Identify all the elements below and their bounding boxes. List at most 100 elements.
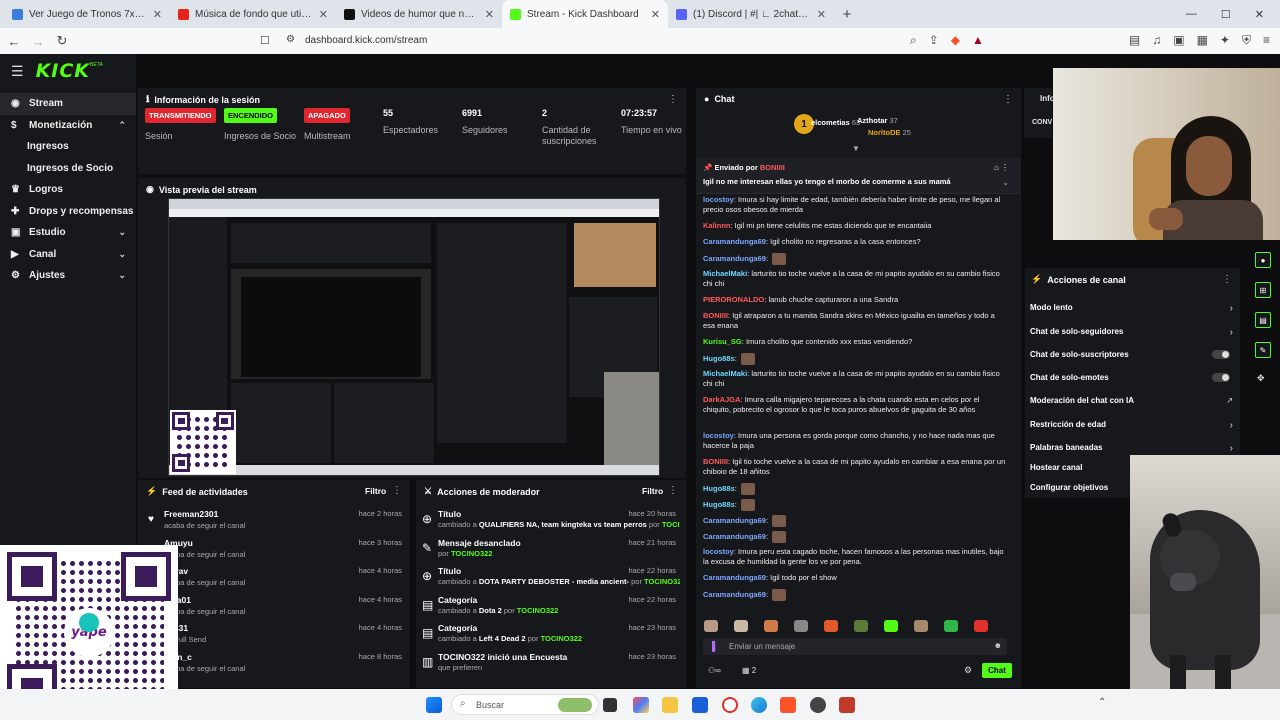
browser-tab[interactable]: (1) Discord | #| ∟ 2chat-general | TC… ✕ xyxy=(668,0,834,28)
session-menu-icon[interactable]: ⋮ xyxy=(668,94,678,105)
chat-username[interactable]: Caramandunga69 xyxy=(703,573,766,582)
mod-menu-icon[interactable]: ⋮ xyxy=(668,485,678,496)
chat-username[interactable]: Kurisu_SG xyxy=(703,337,742,346)
new-tab-button[interactable]: + xyxy=(834,6,860,23)
chat-toggle-icon[interactable]: ● xyxy=(1255,252,1271,268)
sidebar-item[interactable]: ⚙ Ajustes ⌄ xyxy=(0,265,136,287)
chat-input[interactable]: ▌ Enviar un mensaje ☻ xyxy=(703,638,1007,655)
chat-username[interactable]: Hugo88s xyxy=(703,354,735,363)
chat-username[interactable]: BONIIII xyxy=(703,457,728,466)
close-window-icon[interactable]: ✕ xyxy=(1255,8,1264,21)
mod-action-user[interactable]: TOCINO322 xyxy=(541,634,583,643)
maximize-icon[interactable]: ☐ xyxy=(1221,8,1231,21)
share-icon[interactable]: ⇪ xyxy=(929,33,939,48)
chat-username[interactable]: Caramandunga69 xyxy=(703,590,766,599)
mod-filter-button[interactable]: Filtro xyxy=(642,486,663,496)
zoom-icon[interactable]: ⌕ xyxy=(910,33,917,48)
menu-icon[interactable]: ≡ xyxy=(1263,33,1270,48)
reload-icon[interactable]: ↻ xyxy=(52,33,72,49)
expand-leaderboard-icon[interactable]: ▼ xyxy=(852,144,860,153)
sidebar-toggle-icon[interactable]: ▤ xyxy=(1129,33,1140,48)
app-icon[interactable] xyxy=(839,697,855,713)
pin-action-icon[interactable]: ⌂ ⋮ xyxy=(994,163,1009,172)
mod-action-user[interactable]: TOCINO322 xyxy=(662,520,680,529)
layout-icon[interactable]: ⊞ xyxy=(1255,282,1271,298)
task-view-icon[interactable] xyxy=(603,698,617,712)
browser-tab[interactable]: Videos de humor que no toleran la fr… ✕ xyxy=(336,0,502,28)
file-explorer-icon[interactable] xyxy=(662,697,678,713)
kick-logo[interactable]: KICK xyxy=(36,60,90,82)
tray-chevron-icon[interactable]: ⌃ xyxy=(1098,697,1106,708)
chat-username[interactable]: locostoy xyxy=(703,547,734,556)
sidebar-item[interactable]: $ Monetización ⌃ xyxy=(0,115,136,137)
grab-icon[interactable]: ✥ xyxy=(1257,373,1265,384)
back-icon[interactable]: ← xyxy=(4,34,24,49)
chat-username[interactable]: Caramandunga69 xyxy=(703,237,766,246)
tab-close-icon[interactable]: ✕ xyxy=(651,8,660,21)
users-icon[interactable]: ⚇∞ xyxy=(708,666,721,675)
chat-username[interactable]: PIERORONALDO xyxy=(703,295,764,304)
bookmark-icon[interactable]: ☐ xyxy=(260,34,270,47)
windows-start-icon[interactable] xyxy=(426,697,442,713)
feed-filter-button[interactable]: Filtro xyxy=(365,486,386,496)
channel-action-item[interactable]: Chat de solo-seguidores › xyxy=(1025,327,1240,341)
browser-tab[interactable]: Ver Juego de Tronos 7x3 Online Gra… ✕ xyxy=(4,0,170,28)
top-user[interactable]: elcometias 63 xyxy=(811,118,860,127)
music-icon[interactable]: ♫ xyxy=(1152,33,1161,48)
vpn-icon[interactable]: ⛨ xyxy=(1242,33,1251,48)
emoji-icon[interactable]: ☻ xyxy=(994,641,1002,650)
sidebar-subitem[interactable]: Ingresos de Socio xyxy=(0,158,136,180)
mod-action-user[interactable]: TOCINO322 xyxy=(451,549,493,558)
mod-action-user[interactable]: TOCINO322 xyxy=(644,577,680,586)
chat-username[interactable]: Caramandunga69 xyxy=(703,254,766,263)
top-user[interactable]: NorltoDE 25 xyxy=(868,128,911,137)
channel-action-item[interactable]: Chat de solo-emotes xyxy=(1025,373,1240,387)
feed-user[interactable]: Freeman2301 xyxy=(164,509,218,519)
chat-username[interactable]: locostoy xyxy=(703,431,734,440)
forward-icon[interactable]: → xyxy=(28,34,48,49)
brave-shield-icon[interactable]: ◆ xyxy=(951,33,960,48)
sidebar-item[interactable]: ✚ Drops y recompensas xyxy=(0,201,136,223)
chat-username[interactable]: Hugo88s xyxy=(703,484,735,493)
browser-tab[interactable]: Música de fondo que utiliza Spreen ✕ xyxy=(170,0,336,28)
channel-action-item[interactable]: Moderación del chat con IA ↗ xyxy=(1025,396,1240,410)
top-user[interactable]: Azthotar 37 xyxy=(857,116,898,125)
tab-close-icon[interactable]: ✕ xyxy=(485,8,494,21)
browser-tab[interactable]: Stream - Kick Dashboard ✕ xyxy=(502,0,668,28)
tab-close-icon[interactable]: ✕ xyxy=(319,8,328,21)
tools-icon[interactable]: ✎ xyxy=(1255,342,1271,358)
hamburger-icon[interactable]: ☰ xyxy=(11,63,24,80)
minimize-icon[interactable]: — xyxy=(1186,8,1197,21)
actions-menu-icon[interactable]: ⋮ xyxy=(1222,274,1232,285)
mod-action-user[interactable]: TOCINO322 xyxy=(517,606,559,615)
obs-icon[interactable] xyxy=(810,697,826,713)
sidebar-subitem[interactable]: Ingresos xyxy=(0,136,136,158)
tab-close-icon[interactable]: ✕ xyxy=(817,8,826,21)
feed-menu-icon[interactable]: ⋮ xyxy=(392,485,402,496)
pinned-message[interactable]: 📌 Enviado por BONIIII Igil no me interes… xyxy=(696,158,1021,194)
sidebar-item[interactable]: ♛ Logros xyxy=(0,179,136,201)
rewards-icon[interactable]: ▲ xyxy=(972,33,984,48)
sidebar-item[interactable]: ▶ Canal ⌄ xyxy=(0,244,136,266)
chat-username[interactable]: Caramandunga69 xyxy=(703,516,766,525)
chat-username[interactable]: MichaelMaki xyxy=(703,369,747,378)
sidebar-item[interactable]: ▣ Estudio ⌄ xyxy=(0,222,136,244)
chat-username[interactable]: DarkAJGA xyxy=(703,395,741,404)
site-info-icon[interactable]: ⚙ xyxy=(286,34,295,45)
copilot-icon[interactable] xyxy=(633,697,649,713)
url-field[interactable]: dashboard.kick.com/stream xyxy=(305,35,427,46)
dock-icon[interactable]: ▤ xyxy=(1255,312,1271,328)
send-chat-button[interactable]: Chat xyxy=(982,663,1012,678)
collapse-icon[interactable]: ⌄ xyxy=(1002,178,1009,187)
chat-username[interactable]: locostoy xyxy=(703,195,734,204)
channel-action-item[interactable]: Modo lento › xyxy=(1025,303,1240,317)
chat-username[interactable]: Hugo88s xyxy=(703,500,735,509)
stream-preview[interactable] xyxy=(168,198,660,476)
chat-username[interactable]: MichaelMaki xyxy=(703,269,747,278)
sidebar-item[interactable]: ◉ Stream xyxy=(0,93,136,115)
channel-action-item[interactable]: Chat de solo-suscriptores xyxy=(1025,350,1240,364)
edge-icon[interactable] xyxy=(751,697,767,713)
chat-menu-icon[interactable]: ⋮ xyxy=(1003,94,1013,105)
wallet-icon[interactable]: ▦ xyxy=(1197,33,1208,48)
tab-close-icon[interactable]: ✕ xyxy=(153,8,162,21)
